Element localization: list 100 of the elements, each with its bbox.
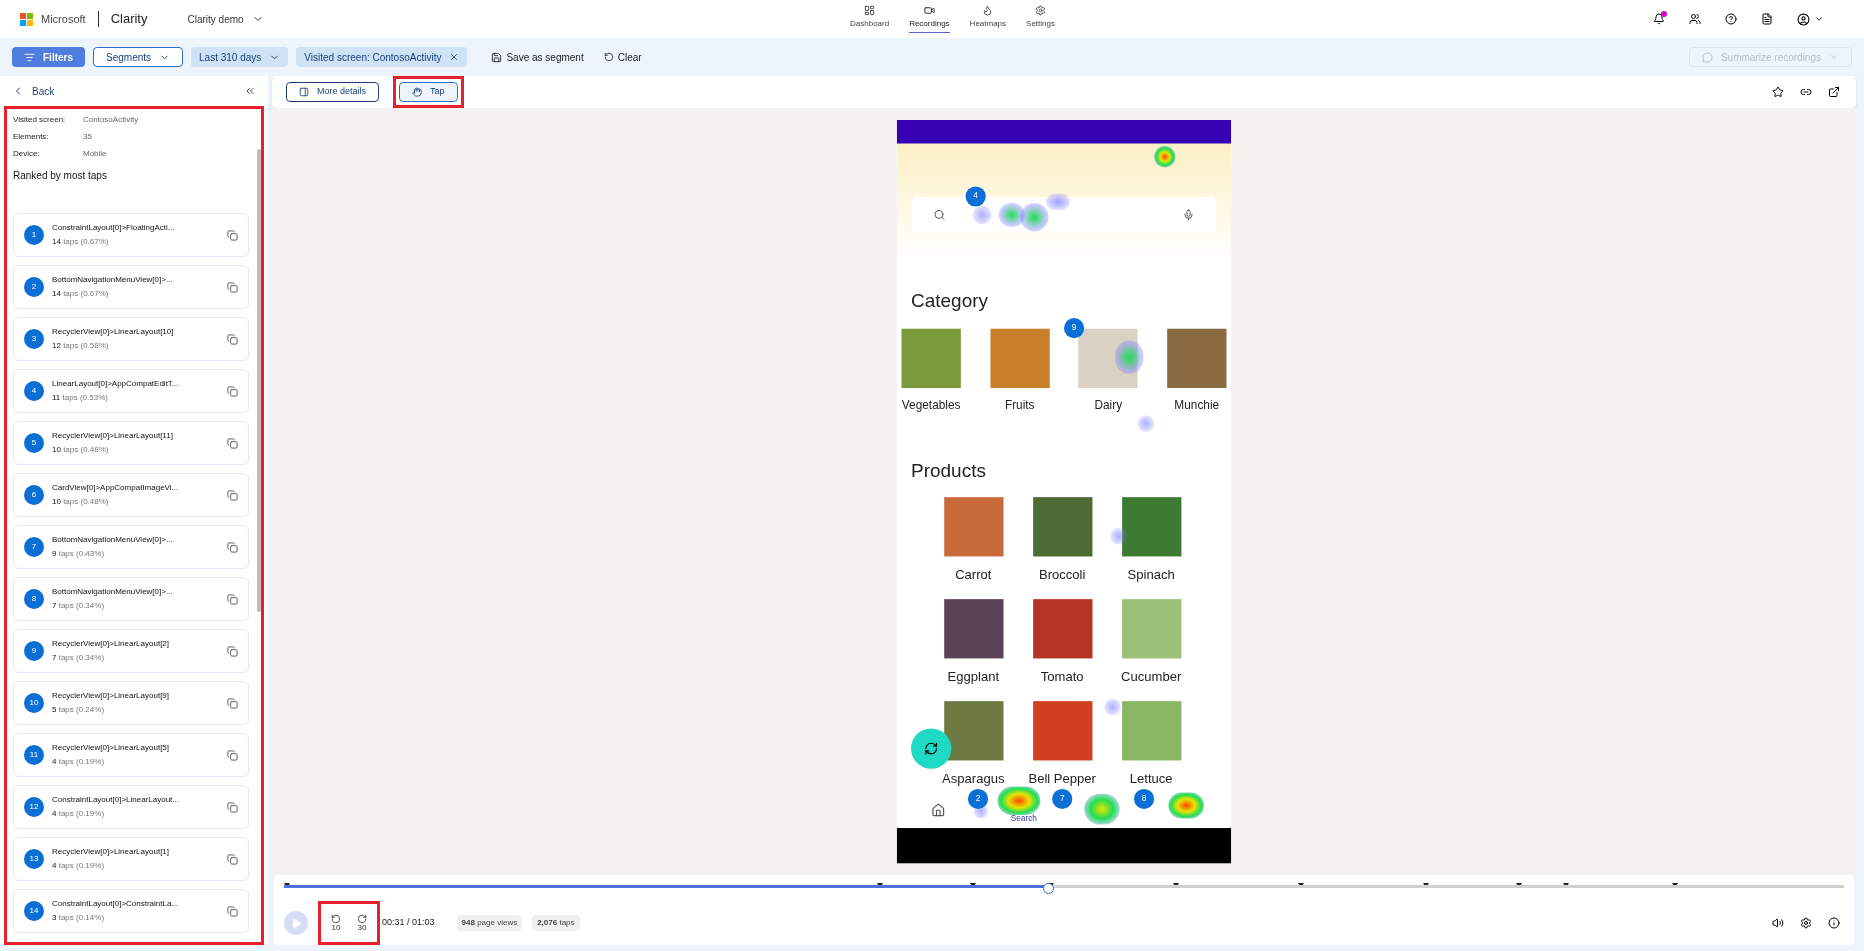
close-icon[interactable]	[449, 52, 460, 62]
ranked-element-card[interactable]: 5 RecyclerView[0]>LinearLayout[11] 10 taps (0.48%)	[13, 421, 249, 465]
nav-tab[interactable]: Settings	[1026, 5, 1055, 33]
nav-tab[interactable]: Heatmaps	[969, 5, 1007, 33]
ranked-element-card[interactable]: 11 RecyclerView[0]>LinearLayout[5] 4 taps (0.19%)	[13, 733, 249, 777]
copy-icon[interactable]	[227, 853, 238, 865]
copy-icon[interactable]	[227, 697, 238, 709]
bottom-nav-label[interactable]: Search	[1010, 812, 1037, 825]
ranked-element-card[interactable]: 3 RecyclerView[0]>LinearLayout[10] 12 taps (0.58%)	[13, 317, 249, 361]
people-icon[interactable]	[1689, 13, 1701, 25]
product-label[interactable]: Broccoli	[1039, 565, 1086, 583]
save-icon	[491, 51, 503, 63]
category-label[interactable]: Vegetables	[901, 397, 961, 415]
share-icon[interactable]	[1828, 86, 1840, 98]
ranked-element-card[interactable]: 6 CardView[0]>AppCompatImageVi... 10 taps (0.48%)	[13, 473, 249, 517]
product-label[interactable]: Eggplant	[947, 667, 1000, 685]
rank-badge: 11	[24, 745, 44, 765]
notification-bell-icon[interactable]	[1653, 13, 1665, 25]
copy-icon[interactable]	[227, 333, 238, 345]
chevron-down-icon	[1829, 52, 1839, 62]
heatmap-spot	[1084, 793, 1120, 825]
star-icon[interactable]	[1772, 86, 1784, 98]
copy-icon[interactable]	[227, 385, 238, 397]
collapse-icon[interactable]	[244, 85, 256, 97]
rank-badge: 5	[24, 433, 44, 453]
document-icon[interactable]	[1761, 13, 1773, 25]
element-path: RecyclerView[0]>LinearLayout[11]	[52, 430, 174, 442]
panel-icon	[299, 87, 309, 97]
rank-badge: 9	[24, 641, 44, 661]
ranked-element-card[interactable]: 14 ConstraintLayout[0]>ConstraintLa... 3 taps (0.14%)	[13, 889, 249, 933]
home-icon[interactable]	[931, 803, 946, 818]
help-icon[interactable]	[1725, 13, 1737, 25]
product-label[interactable]: Cucumber	[1121, 667, 1182, 685]
tap-rank-marker: 2	[967, 788, 989, 810]
product-label[interactable]: Asparagus	[942, 769, 1005, 787]
ranked-element-card[interactable]: 12 ConstraintLayout[0]>LinearLayout... 4 taps (0.19%)	[13, 785, 249, 829]
element-path: RecyclerView[0]>LinearLayout[5]	[52, 742, 171, 754]
ranked-element-card[interactable]: 7 BottomNavigationMenuView[0]>... 9 taps (0.43%)	[13, 525, 249, 569]
back-link[interactable]: Back	[12, 83, 55, 99]
timeline-handle[interactable]	[1043, 883, 1055, 895]
skip-forward-button[interactable]: 30	[357, 914, 367, 932]
product-label[interactable]: Carrot	[955, 565, 992, 583]
filters-button[interactable]: Filters	[12, 47, 85, 67]
copy-icon[interactable]	[227, 281, 238, 293]
copy-icon[interactable]	[227, 437, 238, 449]
search-field[interactable]	[912, 197, 1216, 233]
product-label[interactable]: Spinach	[1127, 565, 1175, 583]
rank-badge: 13	[24, 849, 44, 869]
ranked-element-card[interactable]: 1 ConstraintLayout[0]>FloatingActi... 14 taps (0.67%)	[13, 213, 249, 257]
volume-icon[interactable]	[1772, 917, 1784, 929]
copy-icon[interactable]	[227, 801, 238, 813]
ranked-element-card[interactable]: 10 RecyclerView[0]>LinearLayout[9] 5 taps (0.24%)	[13, 681, 249, 725]
save-segment-button[interactable]: Save as segment	[483, 47, 592, 67]
copy-icon[interactable]	[227, 593, 238, 605]
nav-tab[interactable]: Recordings	[909, 5, 950, 33]
copy-icon[interactable]	[227, 541, 238, 553]
heatmap-spot	[1137, 415, 1155, 432]
view-tab[interactable]: More details	[286, 82, 380, 102]
link-icon[interactable]	[1800, 86, 1812, 98]
heatmap-spot	[998, 203, 1025, 227]
copy-icon[interactable]	[227, 749, 238, 761]
category-label[interactable]: Fruits	[1004, 397, 1035, 415]
info-icon[interactable]	[1828, 917, 1840, 929]
project-selector[interactable]: Clarity demo	[187, 11, 264, 27]
nav-tab[interactable]: Dashboard	[850, 5, 890, 33]
copy-icon[interactable]	[227, 229, 238, 241]
copy-icon[interactable]	[227, 489, 238, 501]
tap-count: 12 taps (0.58%)	[52, 340, 110, 352]
ranked-element-card[interactable]: 9 RecyclerView[0]>LinearLayout[2] 7 taps (0.34%)	[13, 629, 249, 673]
photo-placeholder	[1121, 599, 1181, 659]
photo-placeholder	[943, 599, 1003, 659]
segments-dropdown[interactable]: Segments	[93, 47, 184, 67]
ranked-element-card[interactable]: 8 BottomNavigationMenuView[0]>... 7 taps (0.34%)	[13, 577, 249, 621]
category-label[interactable]: Munchie	[1174, 397, 1220, 415]
microphone-icon	[1182, 208, 1195, 221]
tap-count: 10 taps (0.48%)	[52, 444, 110, 456]
refresh-fab[interactable]	[911, 728, 952, 769]
ranked-element-card[interactable]: 2 BottomNavigationMenuView[0]>... 14 taps (0.67%)	[13, 265, 249, 309]
copy-icon[interactable]	[227, 905, 238, 917]
heatmap-spot	[1168, 792, 1204, 819]
category-label[interactable]: Dairy	[1094, 397, 1123, 415]
filter-icon	[24, 51, 35, 63]
product-label[interactable]: Bell Pepper	[1028, 769, 1096, 787]
clear-button[interactable]: Clear	[599, 47, 646, 67]
product-label[interactable]: Tomato	[1040, 667, 1084, 685]
ranked-element-card[interactable]: 13 RecyclerView[0]>LinearLayout[1] 4 taps (0.19%)	[13, 837, 249, 881]
rank-badge: 7	[24, 537, 44, 557]
account-menu[interactable]	[1797, 12, 1824, 26]
timeline-track[interactable]	[284, 884, 1844, 888]
detail-label: Elements:	[13, 131, 50, 143]
date-range-chip[interactable]: Last 310 days	[191, 47, 289, 67]
ranked-element-card[interactable]: 4 LinearLayout[0]>AppCompatEditT... 11 taps (0.53%)	[13, 369, 249, 413]
copy-icon[interactable]	[227, 645, 238, 657]
product-label[interactable]: Lettuce	[1129, 769, 1173, 787]
view-tab[interactable]: Tap	[399, 82, 458, 102]
settings-icon[interactable]	[1800, 917, 1812, 929]
heatmap-spot	[1104, 698, 1121, 716]
skip-back-button[interactable]: 10	[331, 914, 341, 932]
visited-screen-chip[interactable]: Visited screen: ContosoActivity	[296, 47, 468, 67]
detail-value: ContosoActivity	[83, 114, 140, 126]
